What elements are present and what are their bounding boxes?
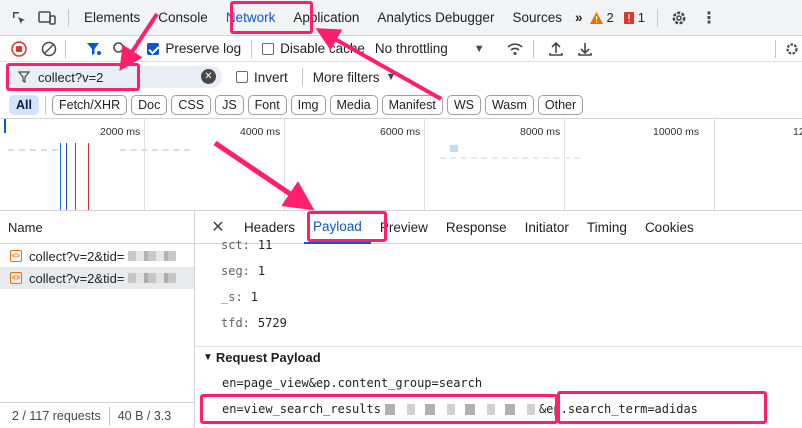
type-filter-all[interactable]: All — [9, 95, 39, 115]
filter-value: collect?v=2 — [38, 69, 104, 85]
param-row: _s: 1 — [221, 290, 258, 304]
filter-funnel-icon[interactable] — [84, 38, 104, 60]
tab-sources[interactable]: Sources — [503, 0, 571, 36]
filter-bar: collect?v=2 ✕ Invert More filters ▼ — [0, 62, 802, 92]
type-filter-manifest[interactable]: Manifest — [381, 95, 443, 115]
type-filter-font[interactable]: Font — [247, 95, 287, 115]
tab-application[interactable]: Application — [284, 0, 368, 36]
filter-input[interactable]: collect?v=2 ✕ — [8, 66, 222, 88]
timeline-tick: 10000 ms — [653, 126, 700, 138]
name-column-header[interactable]: Name — [0, 211, 194, 244]
timeline-tick: 12 — [793, 126, 802, 138]
type-filter-doc[interactable]: Doc — [131, 95, 168, 115]
import-har-icon[interactable] — [546, 38, 566, 60]
timeline-handle-left[interactable] — [4, 119, 6, 133]
tab-console[interactable]: Console — [149, 0, 217, 36]
errors-counter[interactable]: 1 — [623, 10, 645, 25]
preserve-log-checkbox[interactable]: Preserve log — [147, 41, 241, 56]
type-filter-img[interactable]: Img — [290, 95, 326, 115]
error-icon — [623, 11, 634, 24]
more-options-icon[interactable]: ⋮ — [698, 7, 720, 29]
section-title: Request Payload — [215, 350, 321, 365]
type-filter-other[interactable]: Other — [537, 95, 584, 115]
param-row: sct: 11 — [221, 238, 273, 252]
settings-gear-icon[interactable] — [668, 7, 690, 29]
request-row[interactable]: <> collect?v=2&tid= — [0, 245, 194, 267]
type-filter-wasm[interactable]: Wasm — [484, 95, 534, 115]
more-filters-label: More filters — [312, 69, 380, 85]
type-filter-ws[interactable]: WS — [446, 95, 481, 115]
timeline-marker — [60, 143, 61, 210]
clear-filter-icon[interactable]: ✕ — [201, 69, 216, 84]
timeline-marker — [66, 143, 67, 210]
preserve-log-check[interactable] — [147, 42, 160, 55]
network-toolbar: Preserve log Disable cache No throttling… — [0, 36, 802, 62]
type-filter-media[interactable]: Media — [329, 95, 378, 115]
param-row: tfd: 5729 — [221, 316, 287, 330]
warnings-count: 2 — [606, 10, 614, 25]
inspect-element-icon[interactable] — [8, 7, 30, 29]
request-row[interactable]: <> collect?v=2&tid= — [0, 267, 194, 289]
chevron-down-icon: ▼ — [385, 71, 397, 83]
payload-event: en=view_search_results — [222, 402, 381, 416]
search-icon[interactable] — [110, 38, 130, 60]
disable-cache-check[interactable] — [262, 42, 275, 55]
invert-checkbox[interactable]: Invert — [236, 70, 288, 85]
tab-elements[interactable]: Elements — [75, 0, 149, 36]
script-icon: <> — [10, 250, 22, 262]
triangle-down-icon: ▼ — [203, 352, 213, 363]
timeline-marker — [88, 143, 89, 210]
disable-cache-checkbox[interactable]: Disable cache — [262, 41, 365, 56]
network-settings-icon[interactable] — [782, 38, 802, 60]
more-tabs-icon[interactable]: » — [571, 0, 587, 36]
param-row: seg: 1 — [221, 264, 266, 278]
timeline-tick: 4000 ms — [240, 126, 281, 138]
disable-cache-label: Disable cache — [280, 41, 365, 56]
request-count: 2 / 117 requests — [12, 408, 101, 423]
errors-count: 1 — [637, 10, 645, 25]
payload-line: en=page_view&ep.content_group=search — [222, 376, 483, 390]
type-filter-fetch-xhr[interactable]: Fetch/XHR — [51, 95, 128, 115]
preserve-log-label: Preserve log — [165, 41, 242, 56]
payload-search-term: &ep.search_term=adidas — [538, 402, 698, 416]
throttling-value: No throttling — [374, 41, 448, 56]
invert-check[interactable] — [236, 71, 248, 83]
tab-analytics-debugger[interactable]: Analytics Debugger — [368, 0, 503, 36]
payload-line: en=view_search_results &ep.search_term=ad… — [222, 402, 698, 416]
warnings-counter[interactable]: 2 — [589, 10, 614, 25]
tab-network[interactable]: Network — [217, 0, 285, 36]
export-har-icon[interactable] — [574, 38, 594, 60]
timeline-tick: 8000 ms — [520, 126, 561, 138]
timeline-overview[interactable]: 2000 ms 4000 ms 6000 ms 8000 ms 10000 ms… — [0, 119, 802, 211]
query-params: sct: 11 seg: 1 _s: 1 tfd: 5729 — [195, 232, 802, 336]
request-list: Name <> collect?v=2&tid= <> collect?v=2&… — [0, 211, 195, 428]
devtools-tabbar: Elements Console Network Application Ana… — [0, 0, 802, 36]
warning-icon — [589, 11, 603, 24]
type-filter-css[interactable]: CSS — [171, 95, 212, 115]
filter-icon — [18, 71, 30, 83]
timeline-tick: 2000 ms — [100, 126, 141, 138]
request-details: ✕ Headers Payload Preview Response Initi… — [195, 211, 802, 428]
device-toolbar-icon[interactable] — [36, 7, 58, 29]
request-payload-section[interactable]: ▼ Request Payload — [195, 346, 802, 368]
type-filter-js[interactable]: JS — [215, 95, 244, 115]
script-icon: <> — [10, 272, 22, 284]
more-filters-dropdown[interactable]: More filters ▼ — [313, 70, 397, 85]
resource-type-filters: All Fetch/XHR Doc CSS JS Font Img Media … — [0, 92, 802, 119]
throttling-select[interactable]: No throttling ▼ — [375, 41, 485, 56]
timeline-marker — [75, 143, 76, 210]
chevron-down-icon: ▼ — [473, 42, 485, 55]
status-bar: 2 / 117 requests 40 B / 3.3 — [0, 402, 195, 428]
transfer-size: 40 B / 3.3 — [117, 408, 172, 423]
request-name: collect?v=2&tid= — [29, 270, 125, 286]
stop-recording-icon[interactable] — [9, 38, 29, 60]
request-name: collect?v=2&tid= — [29, 248, 125, 264]
clear-log-icon[interactable] — [38, 38, 58, 60]
timeline-tick: 6000 ms — [380, 126, 421, 138]
network-conditions-icon[interactable] — [505, 38, 525, 60]
invert-label: Invert — [254, 69, 288, 85]
